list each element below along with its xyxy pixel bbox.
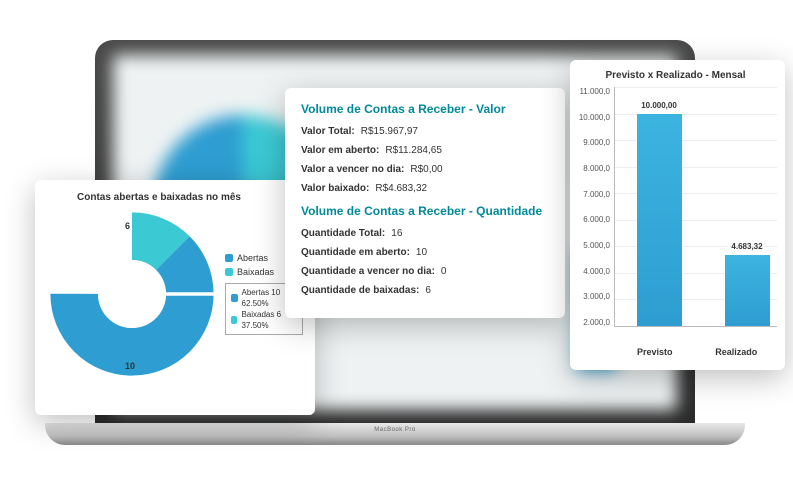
- donut-label-top: 6: [125, 221, 130, 231]
- info-row: Valor a vencer no dia: R$0,00: [301, 164, 549, 175]
- pie-title: Contas abertas e baixadas no mês: [47, 192, 303, 203]
- info-row: Quantidade Total: 16: [301, 228, 549, 239]
- donut-chart: 6 10: [47, 209, 217, 379]
- pie-chart-card: Contas abertas e baixadas no mês 6 10 Ab…: [35, 180, 315, 415]
- x-axis: Previsto Realizado: [614, 347, 777, 357]
- donut-label-bottom: 10: [125, 361, 135, 371]
- info-key: Valor em aberto:: [301, 145, 379, 156]
- info-card: Volume de Contas a Receber - Valor Valor…: [285, 88, 565, 318]
- bar-chart-title: Previsto x Realizado - Mensal: [574, 70, 777, 81]
- y-tick: 9.000,0: [574, 138, 610, 147]
- info-key: Quantidade em aberto:: [301, 247, 410, 258]
- info-value: R$11.284,65: [385, 145, 442, 156]
- y-tick: 6.000,0: [574, 215, 610, 224]
- plot-area: 10.000,00 4.683,32: [614, 87, 777, 327]
- info-row: Quantidade de baixadas: 6: [301, 285, 549, 296]
- legend-swatch-icon: [225, 254, 233, 262]
- y-tick: 2.000,0: [574, 318, 610, 327]
- legend-baixadas-label: Baixadas: [237, 267, 274, 277]
- x-tick-realizado: Realizado: [696, 347, 778, 357]
- info-value: 16: [391, 228, 402, 239]
- y-tick: 8.000,0: [574, 164, 610, 173]
- x-tick-previsto: Previsto: [614, 347, 696, 357]
- valor-section-title: Volume de Contas a Receber - Valor: [301, 102, 549, 116]
- y-tick: 4.000,0: [574, 267, 610, 276]
- bar-previsto: [637, 114, 682, 326]
- legend-swatch-icon: [225, 268, 233, 276]
- info-value: 0: [441, 266, 447, 277]
- laptop-base: MacBook Pro: [45, 423, 745, 445]
- info-key: Quantidade Total:: [301, 228, 385, 239]
- info-row: Valor em aberto: R$11.284,65: [301, 145, 549, 156]
- info-value: R$0,00: [410, 164, 442, 175]
- y-tick: 5.000,0: [574, 241, 610, 250]
- info-key: Valor a vencer no dia:: [301, 164, 404, 175]
- info-key: Quantidade a vencer no dia:: [301, 266, 435, 277]
- y-tick: 3.000,0: [574, 292, 610, 301]
- bar-realizado: [725, 255, 770, 326]
- info-value: 6: [425, 285, 431, 296]
- y-tick: 7.000,0: [574, 190, 610, 199]
- info-value: R$4.683,32: [375, 183, 427, 194]
- legend-swatch-icon: [231, 294, 238, 302]
- info-row: Quantidade a vencer no dia: 0: [301, 266, 549, 277]
- info-value: 10: [416, 247, 427, 258]
- laptop-logo: MacBook Pro: [374, 427, 416, 433]
- info-row: Valor baixado: R$4.683,32: [301, 183, 549, 194]
- legend-swatch-icon: [231, 316, 237, 324]
- bar-chart-card: Previsto x Realizado - Mensal 11.000,0 1…: [570, 60, 785, 370]
- info-row: Quantidade em aberto: 10: [301, 247, 549, 258]
- y-tick: 11.000,0: [574, 87, 610, 96]
- bar-previsto-label: 10.000,00: [629, 101, 689, 110]
- info-row: Valor Total: R$15.967,97: [301, 126, 549, 137]
- info-key: Valor baixado:: [301, 183, 369, 194]
- info-value: R$15.967,97: [361, 126, 418, 137]
- y-tick: 10.000,0: [574, 113, 610, 122]
- info-key: Quantidade de baixadas:: [301, 285, 419, 296]
- info-key: Valor Total:: [301, 126, 355, 137]
- bar-realizado-label: 4.683,32: [717, 242, 777, 251]
- y-axis: 11.000,0 10.000,0 9.000,0 8.000,0 7.000,…: [574, 87, 614, 327]
- legend-abertas-label: Abertas: [237, 253, 268, 263]
- qtd-section-title: Volume de Contas a Receber - Quantidade: [301, 204, 549, 218]
